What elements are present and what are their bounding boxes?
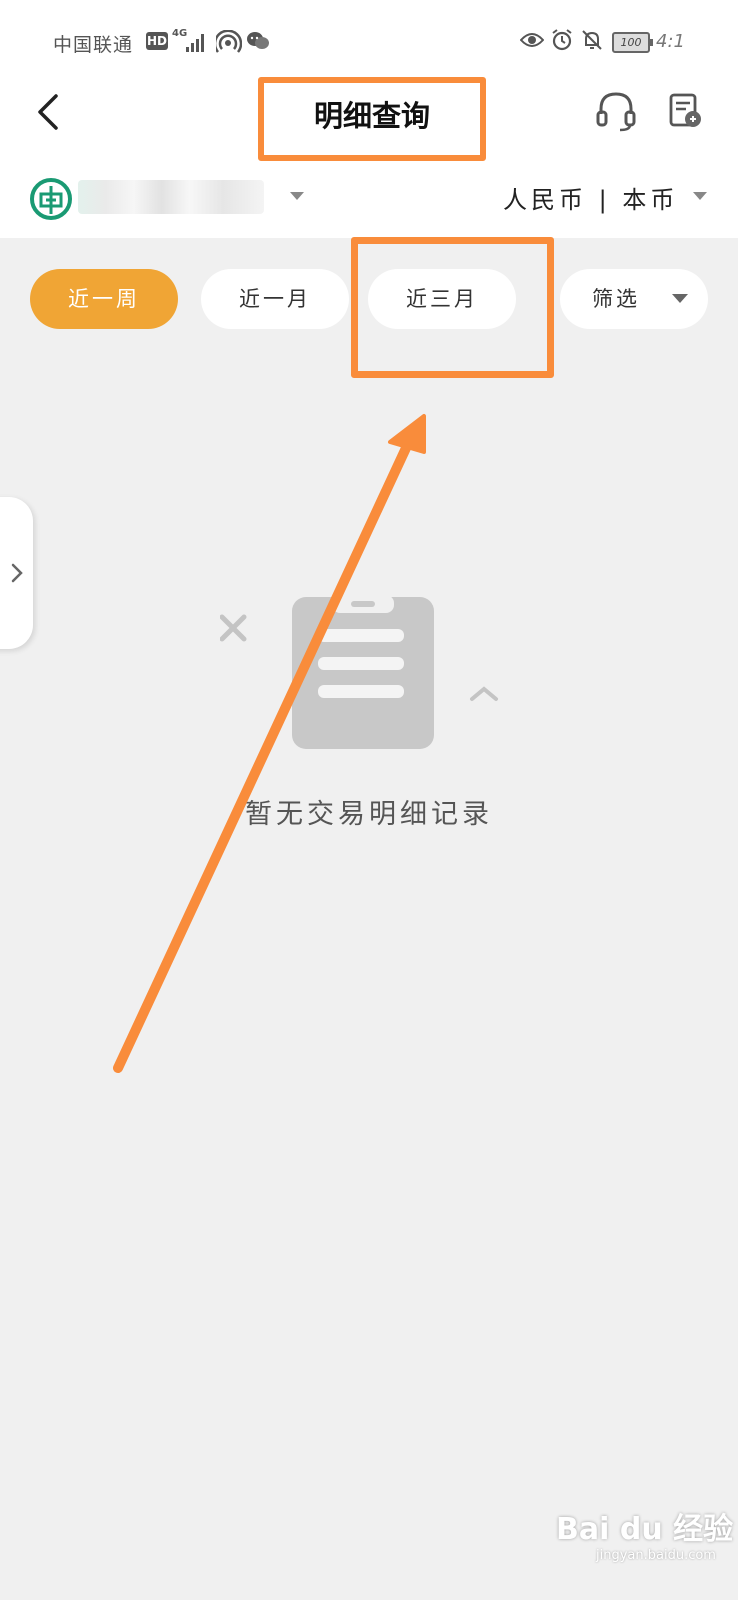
watermark-logo: Bai du 经验 — [556, 1512, 734, 1547]
annotation-arrow — [113, 414, 426, 1073]
watermark-url: jingyan.baidu.com — [596, 1548, 716, 1563]
